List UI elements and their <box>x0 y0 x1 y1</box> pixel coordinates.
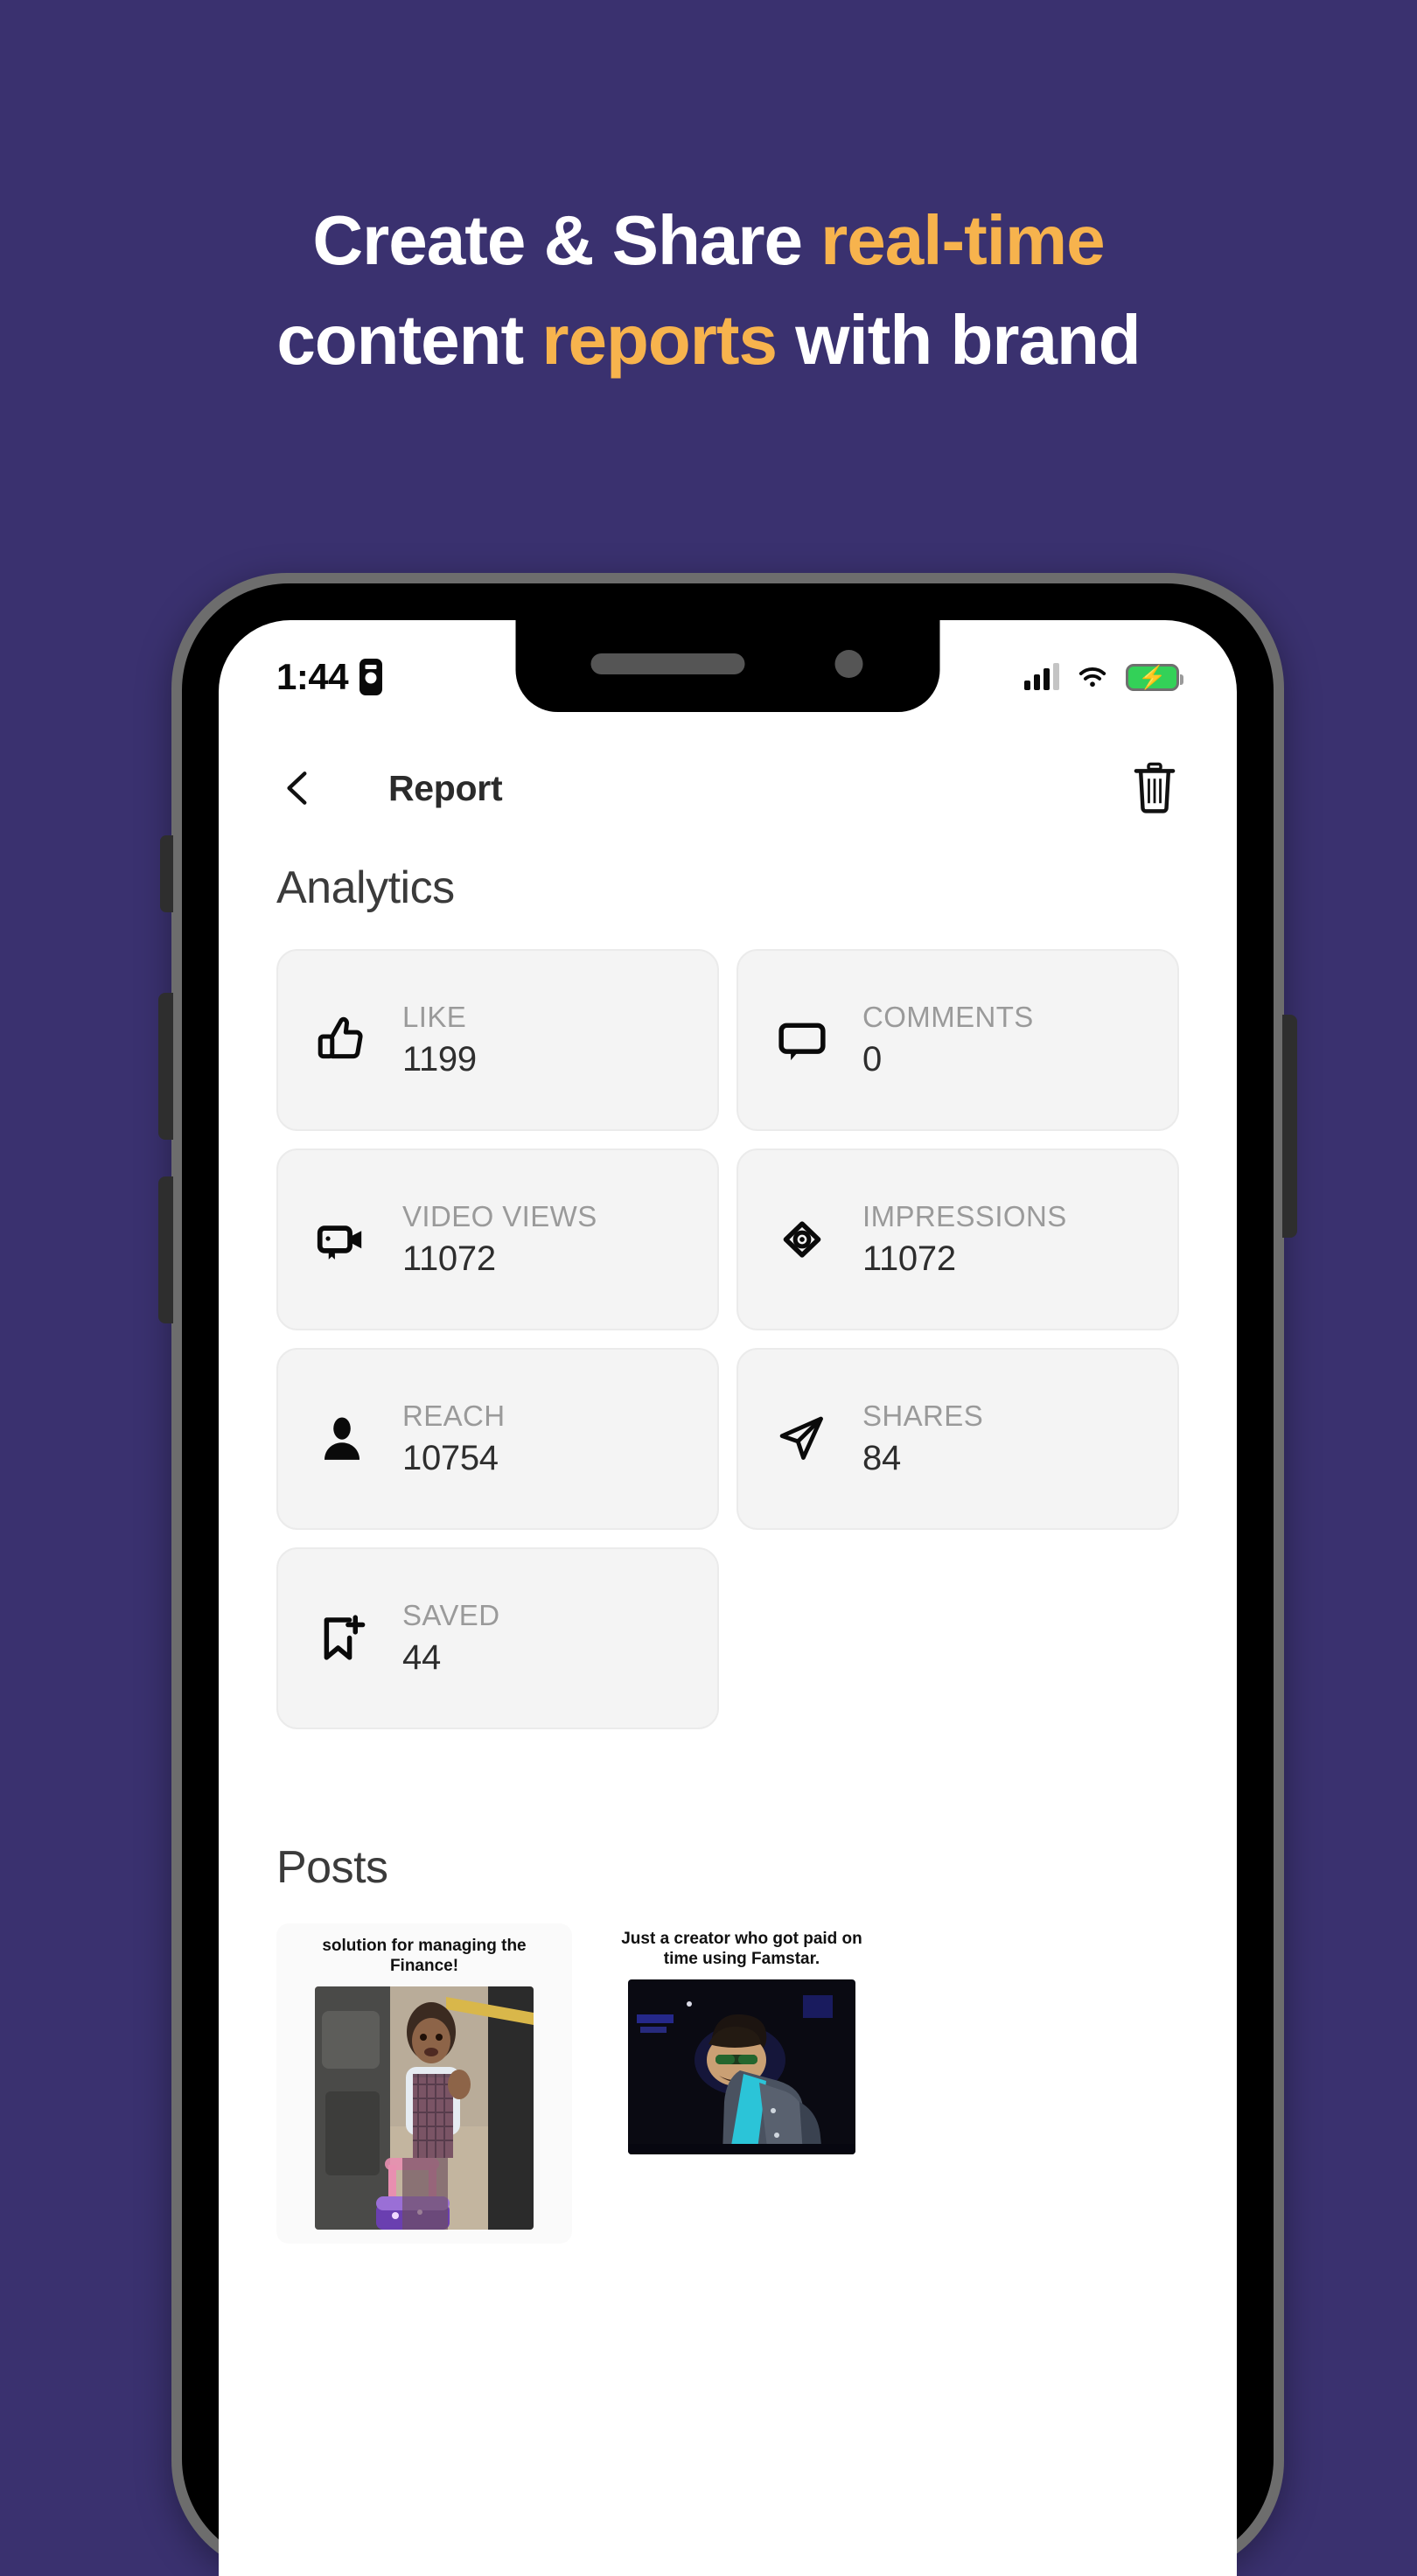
stat-value: 44 <box>402 1637 441 1677</box>
stat-text: SHARES 84 <box>862 1400 983 1478</box>
stat-value: 10754 <box>402 1438 499 1477</box>
stat-value: 84 <box>862 1438 901 1477</box>
power-button[interactable] <box>1282 1015 1297 1238</box>
stat-label: SAVED <box>402 1599 500 1632</box>
post-caption: solution for managing the Finance! <box>322 1937 527 1976</box>
mute-switch[interactable] <box>160 835 173 912</box>
stat-text: LIKE 1199 <box>402 1001 477 1079</box>
stat-text: SAVED 44 <box>402 1599 499 1678</box>
send-icon <box>775 1412 829 1466</box>
thumbs-up-icon <box>315 1013 369 1067</box>
phone-mockup: 1:44 ⚡ Report Analytics LIKE 1199 COMMEN… <box>158 573 1297 2576</box>
cellular-signal-icon <box>1024 663 1059 690</box>
stat-label: LIKE <box>402 1001 467 1034</box>
headline-line-2: content reports with brand <box>0 290 1417 390</box>
stat-text: COMMENTS 0 <box>862 1001 1034 1079</box>
charging-bolt-glyph: ⚡ <box>1138 664 1167 690</box>
posts-list: solution for managing the Finance! Just … <box>276 1923 1179 2244</box>
earpiece-speaker <box>590 653 745 674</box>
stat-card-impressions[interactable]: IMPRESSIONS 11072 <box>736 1148 1179 1330</box>
stat-text: REACH 10754 <box>402 1400 506 1478</box>
analytics-stat-grid: LIKE 1199 COMMENTS 0 VIDEO VIEWS 11072 I… <box>276 949 1179 1729</box>
bookmark-plus-icon <box>315 1611 369 1665</box>
wifi-icon <box>1075 664 1110 690</box>
stat-label: VIDEO VIEWS <box>402 1200 597 1233</box>
trash-icon[interactable] <box>1130 761 1179 815</box>
promo-headline: Create & Share real-time content reports… <box>0 191 1417 389</box>
posts-section-title: Posts <box>276 1842 388 1893</box>
post-thumbnail[interactable] <box>315 1986 534 2230</box>
post-item[interactable]: solution for managing the Finance! <box>276 1923 572 2244</box>
headline-line-1-white: Create & Share <box>312 201 821 279</box>
stat-text: IMPRESSIONS 11072 <box>862 1200 1067 1279</box>
analytics-section-title: Analytics <box>276 862 455 913</box>
eye-icon <box>775 1212 829 1267</box>
status-bar-right: ⚡ <box>1024 663 1183 691</box>
post-thumbnail[interactable] <box>628 1979 855 2155</box>
stat-value: 1199 <box>402 1039 477 1079</box>
stat-card-video-views[interactable]: VIDEO VIEWS 11072 <box>276 1148 719 1330</box>
headline-line-2-white-b: with brand <box>777 300 1141 379</box>
front-camera <box>834 650 863 678</box>
stat-label: IMPRESSIONS <box>862 1200 1067 1233</box>
stat-card-like[interactable]: LIKE 1199 <box>276 949 719 1131</box>
phone-notch <box>515 620 940 712</box>
stat-value: 0 <box>862 1039 882 1079</box>
video-camera-icon <box>315 1212 369 1267</box>
person-icon <box>315 1412 369 1466</box>
battery-charging-icon: ⚡ <box>1126 663 1183 691</box>
stat-value: 11072 <box>402 1239 496 1278</box>
headline-line-1-accent: real-time <box>820 201 1105 279</box>
stat-card-reach[interactable]: REACH 10754 <box>276 1348 719 1530</box>
volume-up-button[interactable] <box>158 993 173 1140</box>
status-bar-left: 1:44 <box>276 656 383 698</box>
stat-value: 11072 <box>862 1239 956 1278</box>
headline-line-2-accent: reports <box>541 300 778 379</box>
app-header: Report <box>219 718 1237 827</box>
status-time: 1:44 <box>276 656 349 697</box>
stat-label: REACH <box>402 1400 506 1433</box>
comment-icon <box>775 1013 829 1067</box>
stat-text: VIDEO VIEWS 11072 <box>402 1200 597 1279</box>
report-content: Analytics LIKE 1199 COMMENTS 0 VIDEO VIE… <box>219 862 1237 2244</box>
post-item[interactable]: Just a creator who got paid on time usin… <box>611 1923 873 2169</box>
post-caption: Just a creator who got paid on time usin… <box>621 1930 862 1969</box>
stat-label: SHARES <box>862 1400 984 1433</box>
screen-record-icon <box>359 659 383 695</box>
stat-label: COMMENTS <box>862 1001 1034 1034</box>
chevron-left-icon[interactable] <box>276 766 320 810</box>
stat-card-saved[interactable]: SAVED 44 <box>276 1547 719 1729</box>
phone-screen: 1:44 ⚡ Report Analytics LIKE 1199 COMMEN… <box>219 620 1237 2576</box>
volume-down-button[interactable] <box>158 1176 173 1323</box>
stat-card-shares[interactable]: SHARES 84 <box>736 1348 1179 1530</box>
stat-card-comments[interactable]: COMMENTS 0 <box>736 949 1179 1131</box>
page-title: Report <box>388 767 503 808</box>
headline-line-2-white-a: content <box>276 300 542 379</box>
headline-line-1: Create & Share real-time <box>0 191 1417 290</box>
